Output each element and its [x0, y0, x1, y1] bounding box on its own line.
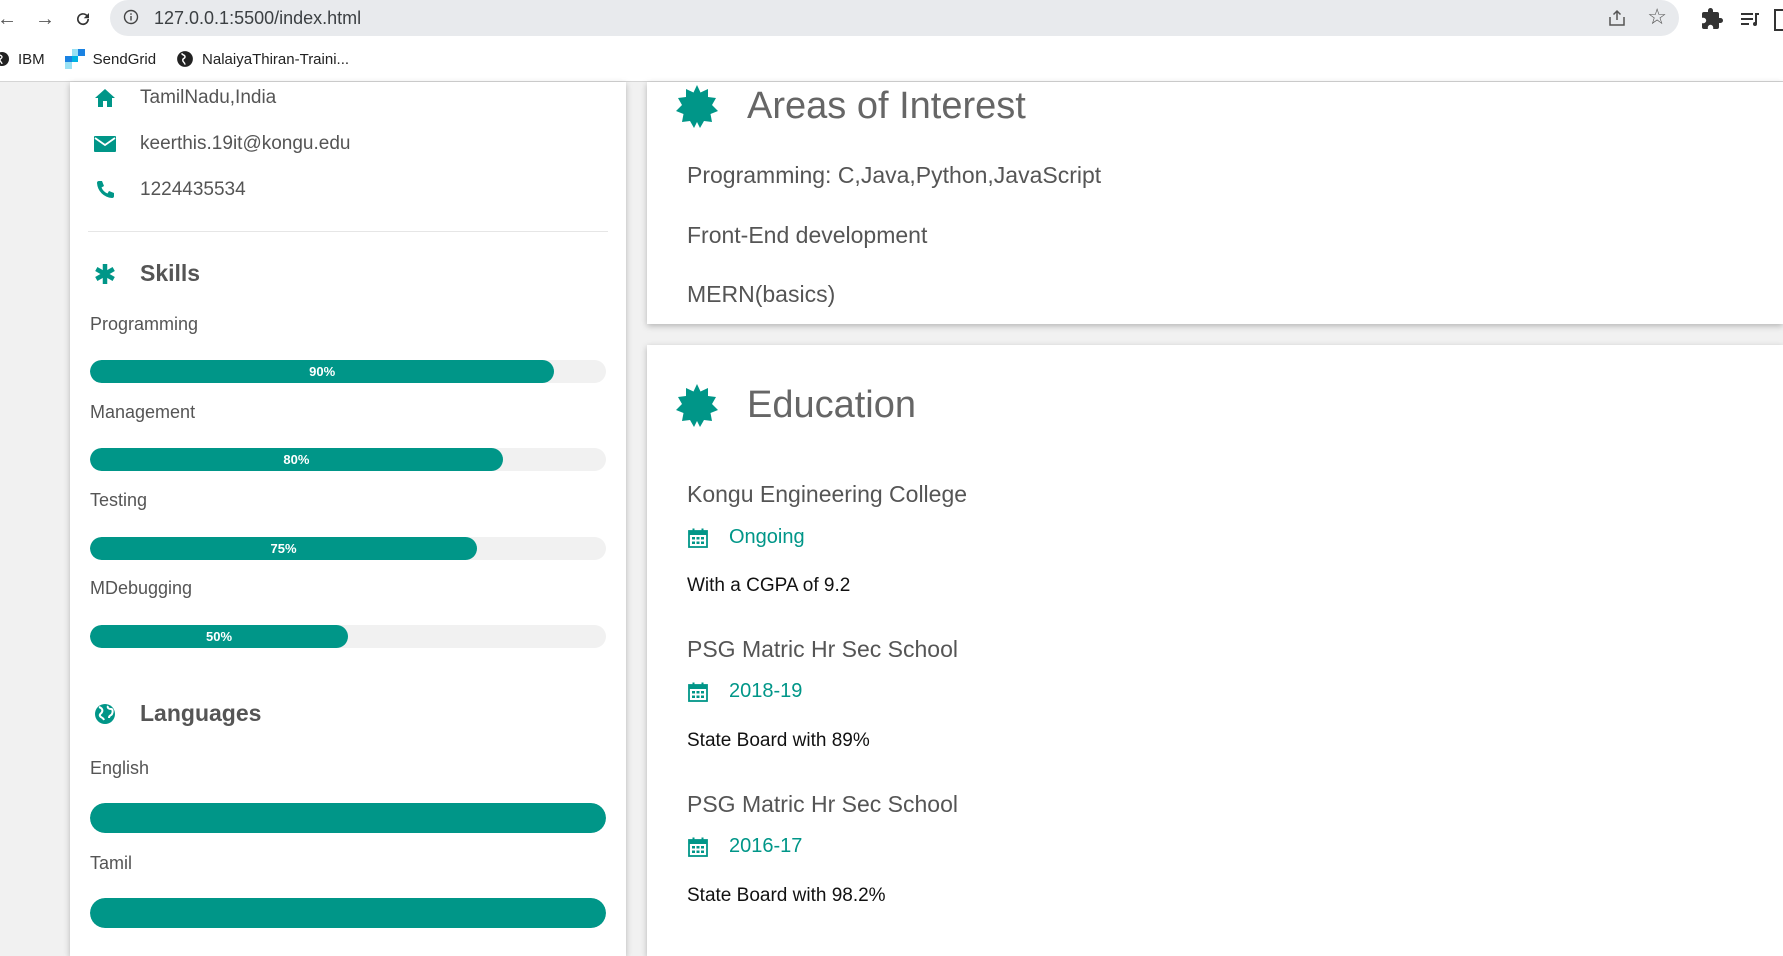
education-description: State Board with 98.2% — [687, 885, 886, 906]
url-text[interactable]: 127.0.0.1:5500/index.html — [154, 8, 361, 29]
education-heading: Education — [675, 383, 916, 427]
arrow-right-icon: → — [35, 7, 55, 30]
education-title: Education — [747, 383, 917, 426]
globe-icon — [0, 52, 9, 66]
skill-label: Programming — [90, 314, 199, 334]
home-icon — [92, 86, 118, 110]
divider — [88, 231, 608, 232]
bookmarks-bar: IBM SendGrid NalaiyaThiran-Traini... — [0, 44, 369, 74]
language-progress-fill — [90, 803, 606, 833]
contact-phone: 1224435534 — [92, 178, 246, 202]
period-text: 2018-19 — [729, 680, 803, 702]
interests-heading: Areas of Interest — [675, 84, 1026, 128]
email-text: keerthis.19it@kongu.edu — [140, 133, 351, 154]
education-period: 2018-19 — [687, 680, 802, 703]
skill-progress-bar: 75% — [90, 537, 606, 560]
phone-icon — [92, 178, 118, 202]
contact-email: keerthis.19it@kongu.edu — [92, 132, 350, 156]
calendar-icon — [688, 682, 708, 702]
languages-title: Languages — [140, 700, 262, 726]
language-label: Tamil — [90, 853, 133, 873]
badge-shape — [676, 85, 718, 128]
envelope-icon — [92, 132, 118, 156]
reading-list-icon[interactable] — [1738, 7, 1762, 31]
education-period: Ongoing — [687, 526, 805, 549]
address-bar[interactable]: 127.0.0.1:5500/index.html ☆ — [110, 0, 1679, 36]
school-name: Kongu Engineering College — [687, 481, 968, 507]
calendar-icon — [688, 837, 708, 857]
globe-icon — [177, 51, 193, 67]
browser-chrome: ← → 127.0.0.1:5500/index.html ☆ IBM Send… — [0, 0, 1783, 82]
skill-progress-fill: 75% — [90, 537, 477, 560]
skill-progress-fill: 50% — [90, 625, 348, 648]
languages-heading: Languages — [92, 700, 261, 727]
asterisk-icon — [92, 261, 118, 287]
contact-location: TamilNadu,India — [92, 86, 276, 110]
bookmark-sendgrid[interactable]: SendGrid — [64, 49, 157, 69]
period-text: Ongoing — [729, 526, 805, 548]
badge-certificate-icon — [676, 85, 718, 128]
skill-progress-fill: 80% — [90, 448, 503, 471]
skill-label: MDebugging — [90, 578, 193, 598]
language-progress-bar — [90, 803, 606, 833]
arrow-left-icon: ← — [0, 7, 17, 30]
bookmark-label: NalaiyaThiran-Traini... — [202, 50, 350, 68]
sendgrid-icon — [64, 49, 85, 69]
bookmark-label: IBM — [18, 50, 45, 68]
calendar-icon — [688, 528, 708, 548]
language-progress-bar — [90, 898, 606, 928]
school-name: PSG Matric Hr Sec School — [687, 791, 958, 817]
bookmark-ibm[interactable]: IBM — [0, 51, 45, 68]
skill-progress-fill: 90% — [90, 360, 555, 383]
skills-heading: Skills — [92, 260, 200, 287]
education-card: Education Kongu Engineering College Ongo… — [647, 345, 1783, 956]
skill-label: Testing — [90, 490, 148, 510]
education-period: 2016-17 — [687, 835, 802, 858]
skill-label: Management — [90, 402, 196, 422]
period-text: 2016-17 — [729, 835, 803, 857]
interests-card: Areas of Interest Programming: C,Java,Py… — [647, 82, 1783, 324]
skill-progress-bar: 50% — [90, 625, 606, 648]
bookmark-nalaiyathiran[interactable]: NalaiyaThiran-Traini... — [176, 50, 349, 68]
education-description: With a CGPA of 9.2 — [687, 575, 851, 596]
skill-progress-bar: 90% — [90, 360, 606, 383]
language-label: English — [90, 758, 150, 778]
phone-text: 1224435534 — [140, 179, 246, 200]
reload-icon — [77, 13, 90, 26]
language-progress-fill — [90, 898, 606, 928]
interests-title: Areas of Interest — [747, 84, 1026, 127]
school-name: PSG Matric Hr Sec School — [687, 636, 958, 662]
sidebar-toggle-icon[interactable] — [1774, 9, 1783, 31]
bookmark-label: SendGrid — [92, 50, 157, 68]
extensions-icon[interactable] — [1700, 7, 1724, 31]
reload-button[interactable] — [68, 6, 98, 32]
forward-button[interactable]: → — [30, 6, 60, 32]
bookmark-star-icon[interactable]: ☆ — [1647, 4, 1667, 30]
profile-sidebar-card: TamilNadu,India keerthis.19it@kongu.edu … — [70, 82, 626, 956]
badge-certificate-icon — [676, 384, 718, 427]
interest-item: MERN(basics) — [687, 281, 836, 307]
share-icon[interactable] — [1607, 8, 1627, 28]
skill-progress-bar: 80% — [90, 448, 606, 471]
info-icon[interactable] — [123, 9, 139, 25]
location-text: TamilNadu,India — [140, 87, 277, 108]
interest-item: Front-End development — [687, 222, 928, 248]
education-description: State Board with 89% — [687, 730, 870, 751]
back-button[interactable]: ← — [0, 6, 22, 32]
interest-item: Programming: C,Java,Python,JavaScript — [687, 162, 1102, 188]
skills-title: Skills — [140, 260, 201, 286]
globe-icon — [92, 701, 118, 727]
